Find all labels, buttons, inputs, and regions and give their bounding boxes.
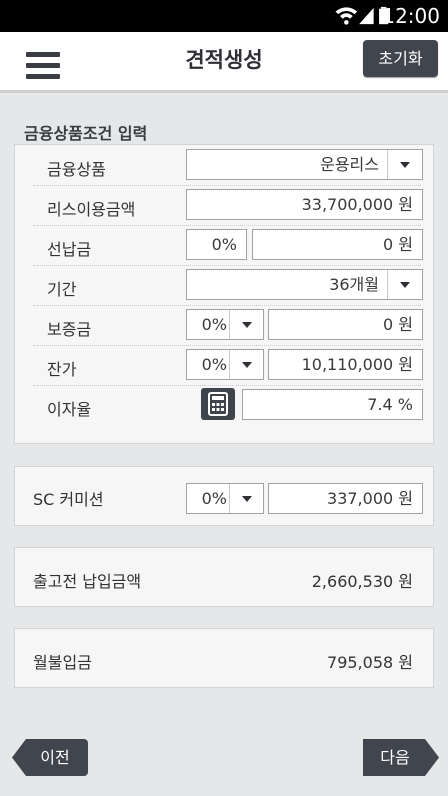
commission-label: SC 커미션 [33, 490, 104, 509]
chevron-down-icon[interactable] [229, 310, 263, 339]
lease-amount-field[interactable]: 33,700,000 원 [186, 189, 423, 220]
deposit-percent-select[interactable]: 0% [186, 309, 264, 340]
interest-label: 이자율 [47, 400, 92, 419]
row-deposit: 보증금 0% 0 원 [33, 305, 423, 346]
deposit-percent-value: 0% [201, 315, 227, 334]
status-bar: 12:00 [0, 0, 448, 32]
row-prepayment: 선납금 0% 0 원 [33, 225, 423, 266]
interest-rate-field[interactable]: 7.4 % [242, 389, 423, 420]
term-value: 36개월 [329, 275, 379, 294]
lease-amount-label: 리스이용금액 [47, 200, 136, 219]
deposit-label: 보증금 [47, 320, 92, 339]
row-lease-amount: 리스이용금액 33,700,000 원 [33, 185, 423, 226]
commission-percent-value: 0% [201, 489, 227, 508]
product-select[interactable]: 운용리스 [186, 149, 423, 180]
prev-button[interactable]: 이전 [12, 739, 88, 776]
row-product: 금융상품 운용리스 [33, 145, 423, 186]
residual-percent-value: 0% [201, 355, 227, 374]
residual-amount-field[interactable]: 10,110,000 원 [268, 349, 423, 380]
prepayment-percent-field[interactable]: 0% [186, 229, 247, 260]
row-residual: 잔가 0% 10,110,000 원 [33, 345, 423, 386]
term-label: 기간 [47, 280, 77, 299]
chevron-down-icon[interactable] [387, 150, 422, 179]
calculator-icon[interactable] [201, 388, 235, 420]
residual-percent-select[interactable]: 0% [186, 349, 264, 380]
pre-delivery-payment-label: 출고전 납입금액 [33, 572, 142, 591]
clock: 12:00 [382, 4, 440, 28]
row-term: 기간 36개월 [33, 265, 423, 306]
next-button[interactable]: 다음 [363, 739, 439, 776]
reset-button[interactable]: 초기화 [363, 40, 438, 77]
commission-panel: SC 커미션 0% 337,000 원 [14, 466, 434, 526]
signal-icon [359, 7, 374, 25]
product-value: 운용리스 [320, 155, 379, 174]
term-select[interactable]: 36개월 [186, 269, 423, 300]
monthly-payment-value: 795,058 원 [327, 653, 413, 672]
section-title: 금융상품조건 입력 [24, 124, 148, 143]
pre-delivery-payment-panel: 출고전 납입금액 2,660,530 원 [14, 547, 434, 607]
deposit-amount-field[interactable]: 0 원 [268, 309, 423, 340]
commission-percent-select[interactable]: 0% [186, 483, 264, 514]
prepayment-amount-field[interactable]: 0 원 [252, 229, 423, 260]
monthly-payment-label: 월불입금 [33, 653, 92, 672]
prepayment-label: 선납금 [47, 240, 92, 259]
residual-label: 잔가 [47, 360, 77, 379]
wifi-icon [335, 7, 358, 25]
app-header: 견적생성 초기화 [0, 32, 448, 93]
chevron-down-icon[interactable] [387, 270, 422, 299]
pre-delivery-payment-value: 2,660,530 원 [311, 572, 413, 591]
chevron-down-icon[interactable] [229, 350, 263, 379]
chevron-down-icon[interactable] [229, 484, 263, 513]
commission-amount-field[interactable]: 337,000 원 [268, 483, 423, 514]
row-interest: 이자율 7.4 % [33, 385, 423, 425]
product-label: 금융상품 [47, 160, 106, 179]
finance-conditions-panel: 금융상품 운용리스 리스이용금액 33,700,000 원 선납금 0% 0 원… [14, 144, 434, 444]
monthly-payment-panel: 월불입금 795,058 원 [14, 628, 434, 688]
